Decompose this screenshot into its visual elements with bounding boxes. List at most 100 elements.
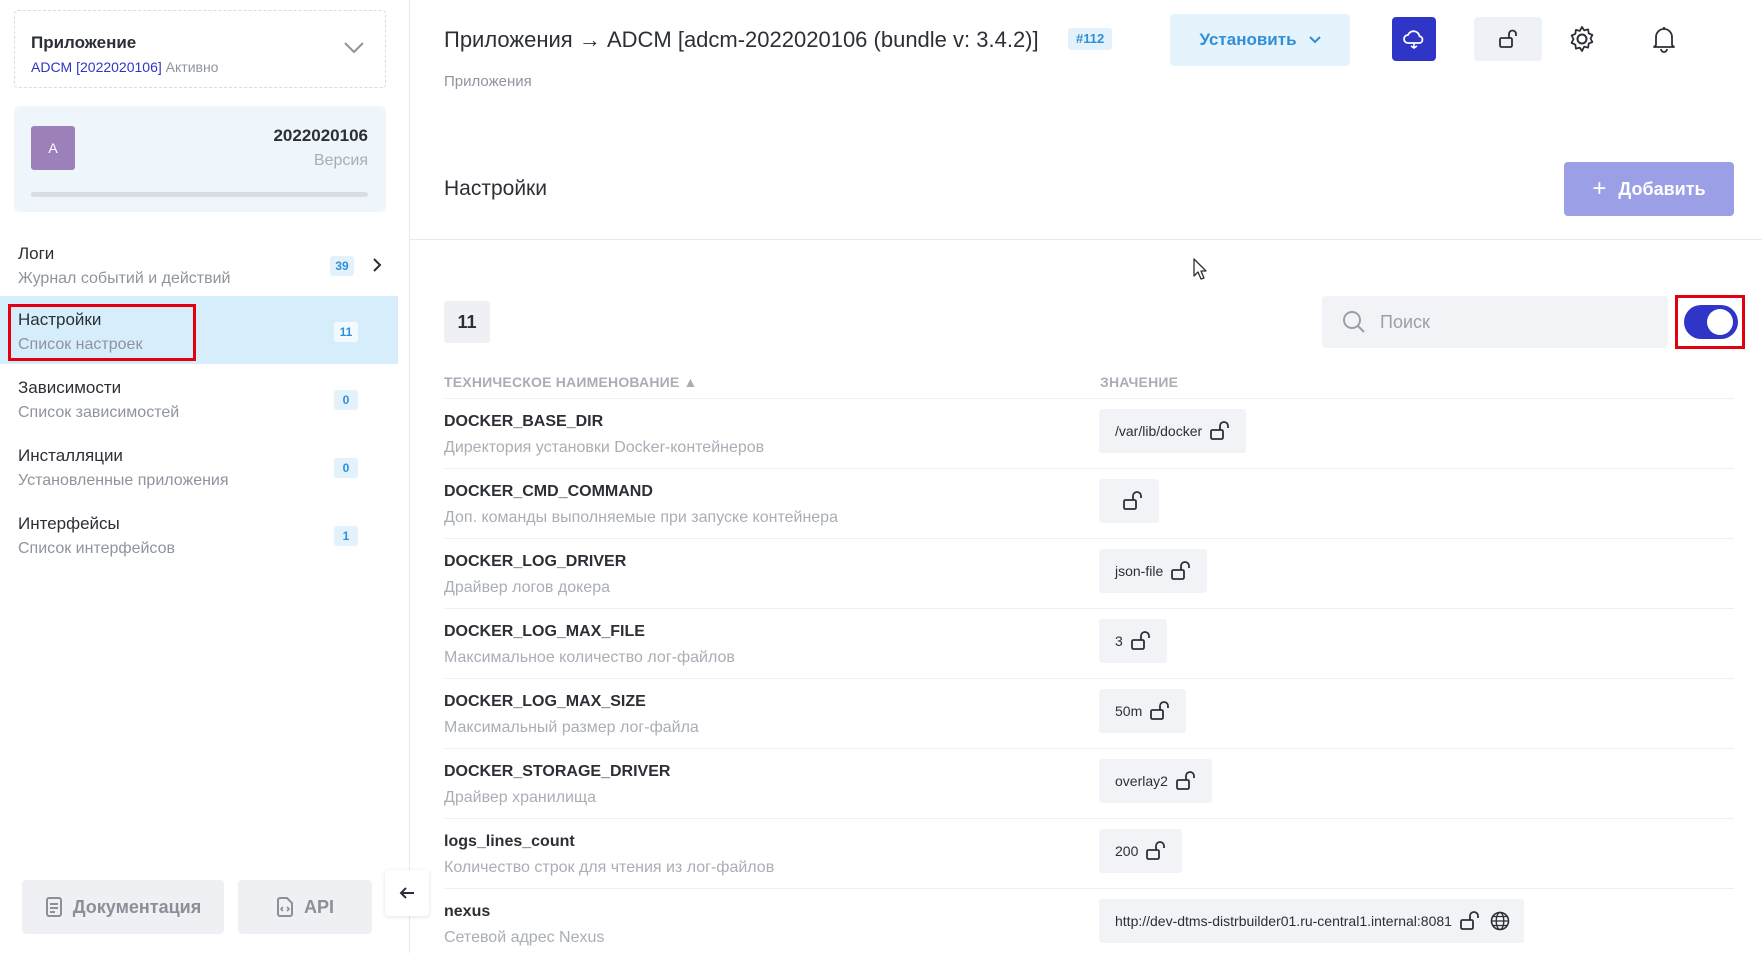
setting-value-text: http://dev-dtms-distrbuilder01.ru-centra… (1115, 913, 1452, 929)
count-badge: 39 (330, 256, 354, 276)
lock-open-icon (1210, 421, 1230, 440)
setting-value-text: 50m (1115, 703, 1143, 719)
setting-name: logs_lines_count (444, 833, 575, 850)
sidebar-item-title: Инсталляции (18, 446, 123, 465)
column-header-name[interactable]: ТЕХНИЧЕСКОЕ НАИМЕНОВАНИЕ ▲ (444, 374, 698, 390)
sidebar-item-title: Настройки (18, 310, 102, 329)
sidebar-item-installations[interactable]: Инсталляции Установленные приложения 0 (0, 432, 398, 500)
documentation-button[interactable]: Документация (22, 880, 224, 934)
setting-name: DOCKER_LOG_DRIVER (444, 553, 627, 570)
setting-name: DOCKER_LOG_MAX_FILE (444, 623, 645, 640)
app-name: ADCM [2022020106] (31, 59, 162, 75)
setting-value-text: /var/lib/docker (1115, 423, 1203, 439)
table-row: nexus Сетевой адрес Nexus http://dev-dtm… (444, 888, 1734, 953)
setting-value[interactable]: json-file (1099, 549, 1208, 593)
document-icon (45, 897, 62, 917)
install-button[interactable]: Установить (1170, 14, 1350, 66)
avatar: A (31, 126, 75, 170)
advanced-toggle[interactable] (1684, 305, 1738, 339)
settings-button[interactable] (1560, 17, 1604, 61)
table-row: DOCKER_LOG_MAX_FILE Максимальное количес… (444, 608, 1734, 678)
gear-icon (1570, 26, 1594, 52)
column-header-value: ЗНАЧЕНИЕ (1100, 374, 1179, 390)
setting-description: Драйвер хранилища (444, 789, 597, 806)
setting-value[interactable] (1099, 479, 1159, 523)
setting-value[interactable]: 50m (1099, 689, 1187, 733)
lock-toggle-button[interactable] (1474, 17, 1542, 61)
setting-value-text: 200 (1115, 843, 1139, 859)
lock-open-icon (1130, 631, 1150, 650)
setting-name: DOCKER_CMD_COMMAND (444, 483, 653, 500)
setting-name: DOCKER_BASE_DIR (444, 413, 604, 430)
table-row: logs_lines_count Количество строк для чт… (444, 818, 1734, 888)
version-label: Версия (313, 152, 368, 169)
setting-description: Максимальное количество лог-файлов (444, 649, 735, 666)
toggle-knob (1707, 309, 1733, 335)
cloud-button[interactable] (1392, 17, 1436, 61)
count-badge: 1 (334, 526, 358, 546)
sidebar-item-title: Логи (18, 244, 55, 263)
table-row: DOCKER_STORAGE_DRIVER Драйвер хранилища … (444, 748, 1734, 818)
app-status: Активно (165, 59, 219, 75)
app-selector-title: Приложение (31, 33, 137, 52)
globe-icon (1490, 911, 1510, 931)
setting-name: DOCKER_STORAGE_DRIVER (444, 763, 671, 780)
api-button[interactable]: API (238, 880, 372, 934)
lock-open-icon (1123, 491, 1142, 510)
setting-value[interactable]: http://dev-dtms-distrbuilder01.ru-centra… (1099, 899, 1524, 943)
sidebar-item-dependencies[interactable]: Зависимости Список зависимостей 0 (0, 364, 398, 432)
main-content: Приложения → ADCM [adcm-2022020106 (bund… (410, 0, 1762, 953)
lock-open-icon (1460, 911, 1479, 930)
api-label: API (303, 896, 334, 917)
search-icon (1343, 311, 1365, 333)
setting-description: Драйвер логов докера (444, 579, 610, 596)
sidebar-item-title: Интерфейсы (18, 514, 120, 533)
setting-description: Доп. команды выполняемые при запуске кон… (444, 509, 838, 526)
app-selector-subtitle: ADCM [2022020106] Активно (31, 59, 218, 75)
notifications-button[interactable] (1642, 17, 1686, 61)
chevron-right-icon (373, 258, 382, 272)
search-field[interactable] (1322, 296, 1668, 348)
sidebar-item-logs[interactable]: Логи Журнал событий и действий 39 (0, 230, 398, 298)
count-badge: 0 (334, 458, 358, 478)
app-selector[interactable]: Приложение ADCM [2022020106] Активно (14, 10, 386, 88)
add-label: Добавить (1618, 178, 1706, 199)
search-input[interactable] (1380, 296, 1660, 348)
lock-open-icon (1499, 29, 1517, 48)
setting-value[interactable]: 200 (1099, 829, 1183, 873)
version-progress-bar (31, 192, 368, 197)
version-number: 2022020106 (273, 126, 368, 145)
setting-value[interactable]: /var/lib/docker (1099, 409, 1247, 453)
setting-value-text: json-file (1115, 563, 1164, 579)
file-code-icon (276, 897, 293, 917)
lock-open-icon (1176, 771, 1195, 790)
cloud-icon (1403, 30, 1424, 49)
breadcrumb[interactable]: Приложения (444, 73, 532, 90)
settings-section-header: Настройки + Добавить (410, 122, 1762, 240)
lock-open-icon (1146, 841, 1166, 860)
mouse-cursor-icon (1193, 258, 1207, 280)
setting-value[interactable]: 3 (1099, 619, 1167, 663)
bell-icon (1653, 27, 1675, 53)
sidebar: Приложение ADCM [2022020106] Активно A 2… (0, 0, 410, 953)
setting-value[interactable]: overlay2 (1099, 759, 1212, 803)
section-title: Настройки (444, 177, 547, 200)
page-title: Приложения → ADCM [adcm-2022020106 (bund… (444, 27, 1039, 52)
table-row: DOCKER_BASE_DIR Директория установки Doc… (444, 398, 1734, 468)
setting-value-text: overlay2 (1115, 773, 1168, 789)
count-badge: 0 (334, 390, 358, 410)
sidebar-item-interfaces[interactable]: Интерфейсы Список интерфейсов 1 (0, 500, 398, 568)
setting-description: Максимальный размер лог-файла (444, 719, 699, 736)
setting-description: Директория установки Docker-контейнеров (444, 439, 765, 456)
add-button[interactable]: + Добавить (1564, 162, 1734, 216)
sidebar-item-subtitle: Список зависимостей (18, 404, 180, 421)
page-header: Приложения → ADCM [adcm-2022020106 (bund… (410, 0, 1762, 122)
sidebar-item-settings[interactable]: Настройки Список настроек 11 (0, 296, 398, 364)
sidebar-item-subtitle: Список интерфейсов (18, 540, 175, 557)
lock-open-icon (1150, 701, 1170, 720)
setting-description: Количество строк для чтения из лог-файло… (444, 859, 775, 876)
job-badge[interactable]: #112 (1068, 28, 1113, 50)
lock-open-icon (1171, 561, 1191, 580)
setting-name: nexus (444, 903, 491, 920)
settings-count: 11 (444, 301, 490, 343)
